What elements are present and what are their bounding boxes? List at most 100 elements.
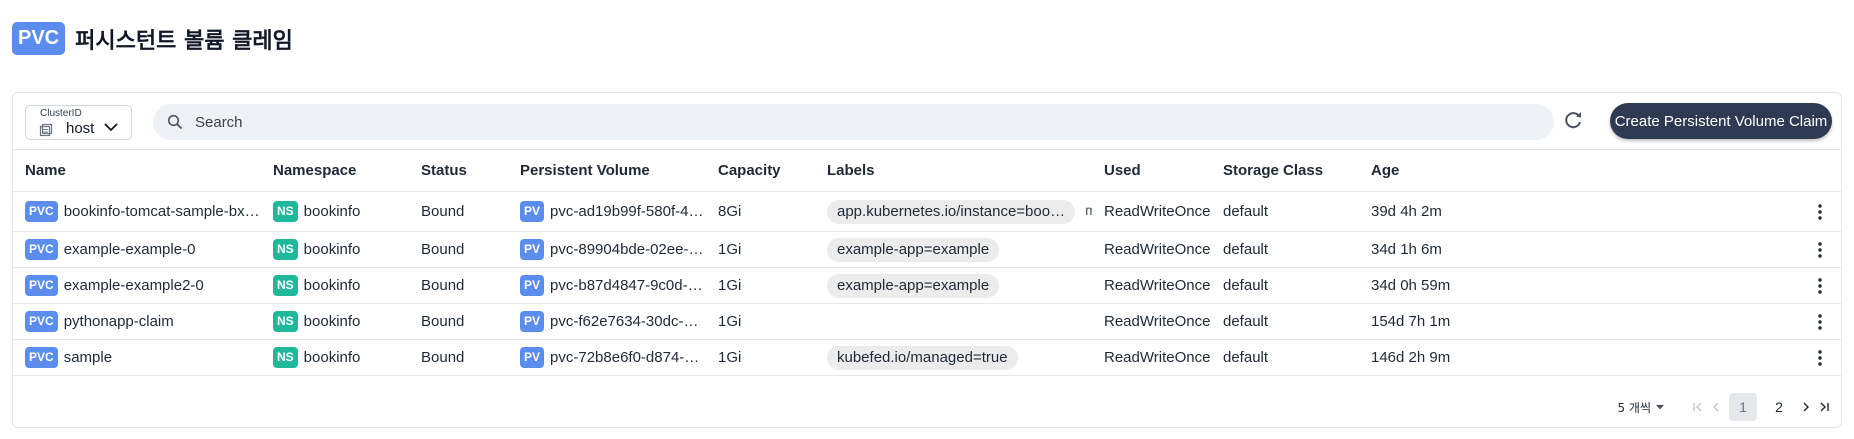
- column-header-age[interactable]: Age: [1359, 149, 1507, 192]
- last-page-icon[interactable]: [1815, 398, 1833, 416]
- pv-tag: PV: [520, 275, 545, 296]
- create-pvc-button[interactable]: Create Persistent Volume Claim: [1610, 103, 1832, 139]
- search-input[interactable]: [195, 110, 1535, 134]
- cell-status: Bound: [409, 267, 508, 304]
- cell-name: PVC example-example-0: [13, 231, 261, 268]
- pv-link[interactable]: pvc-72b8e6f0-d874-4f5…: [550, 349, 706, 366]
- kebab-menu-icon[interactable]: [1817, 313, 1823, 331]
- cell-labels: example-app=example: [815, 231, 1092, 268]
- cell-persistent-volume: PV pvc-b87d4847-9c0d-4c…: [508, 267, 706, 304]
- column-header-labels[interactable]: Labels: [815, 149, 1092, 192]
- cell-status: Bound: [409, 191, 508, 232]
- cell-used: ReadWriteOnce: [1092, 191, 1211, 232]
- table-row[interactable]: PVC sample NS bookinfo Bound PV pvc-72b8…: [13, 339, 1841, 376]
- cluster-select[interactable]: ClusterID host: [25, 105, 132, 140]
- pvc-logo: PVC: [12, 22, 66, 55]
- cluster-icon: [39, 123, 53, 137]
- cell-persistent-volume: PV pvc-89904bde-02ee-4e…: [508, 231, 706, 268]
- cell-status: Bound: [409, 303, 508, 340]
- table-row[interactable]: PVC example-example-0 NS bookinfo Bound …: [13, 231, 1841, 268]
- next-page-icon[interactable]: [1797, 398, 1815, 416]
- cell-actions: [1507, 191, 1841, 232]
- pvc-tag: PVC: [25, 239, 58, 260]
- pv-link[interactable]: pvc-b87d4847-9c0d-4c…: [550, 277, 706, 294]
- pvc-name-link[interactable]: example-example-0: [64, 241, 196, 258]
- cell-storage-class: default: [1211, 303, 1359, 340]
- namespace-link[interactable]: bookinfo: [304, 349, 361, 366]
- page-size-select[interactable]: 5 개씩: [1617, 399, 1665, 416]
- cell-capacity: 1Gi: [706, 267, 815, 304]
- table-row[interactable]: PVC bookinfo-tomcat-sample-bxc… NS booki…: [13, 191, 1841, 232]
- search-icon: [167, 114, 183, 130]
- cell-storage-class: default: [1211, 231, 1359, 268]
- page-button-2[interactable]: 2: [1765, 393, 1793, 421]
- column-header-name[interactable]: Name: [13, 149, 261, 192]
- pvc-table: Name Namespace Status Persistent Volume …: [13, 149, 1841, 376]
- cell-storage-class: default: [1211, 267, 1359, 304]
- prev-page-icon[interactable]: [1707, 398, 1725, 416]
- cell-age: 146d 2h 9m: [1359, 339, 1507, 376]
- cell-capacity: 8Gi: [706, 191, 815, 232]
- ns-tag: NS: [273, 347, 298, 368]
- table-row[interactable]: PVC example-example2-0 NS bookinfo Bound…: [13, 267, 1841, 304]
- cell-age: 39d 4h 2m: [1359, 191, 1507, 232]
- namespace-link[interactable]: bookinfo: [304, 203, 361, 220]
- chevron-down-icon: [104, 123, 118, 132]
- cell-actions: [1507, 339, 1841, 376]
- labels-more-link[interactable]: more: [1085, 202, 1092, 218]
- kebab-menu-icon[interactable]: [1817, 277, 1823, 295]
- table-row[interactable]: PVC pythonapp-claim NS bookinfo Bound PV…: [13, 303, 1841, 340]
- pv-link[interactable]: pvc-f62e7634-30dc-4f2…: [550, 313, 706, 330]
- caret-down-icon: [1656, 405, 1664, 410]
- pvc-name-link[interactable]: bookinfo-tomcat-sample-bxc…: [64, 203, 261, 220]
- cell-age: 34d 0h 59m: [1359, 267, 1507, 304]
- pv-link[interactable]: pvc-ad19b99f-580f-494…: [550, 203, 706, 220]
- namespace-link[interactable]: bookinfo: [304, 241, 361, 258]
- cell-labels: kubefed.io/managed=true: [815, 339, 1092, 376]
- cell-actions: [1507, 303, 1841, 340]
- pvc-name-link[interactable]: sample: [64, 349, 112, 366]
- kebab-menu-icon[interactable]: [1817, 203, 1823, 221]
- column-header-persistent-volume[interactable]: Persistent Volume: [508, 149, 706, 192]
- cell-name: PVC pythonapp-claim: [13, 303, 261, 340]
- toolbar: ClusterID host Create Persistent Vol: [13, 93, 1841, 149]
- column-header-used[interactable]: Used: [1092, 149, 1211, 192]
- refresh-icon[interactable]: [1562, 109, 1584, 131]
- cell-labels: [815, 303, 1092, 340]
- pv-tag: PV: [520, 239, 545, 260]
- pvc-name-link[interactable]: pythonapp-claim: [64, 313, 174, 330]
- cluster-select-caption: ClusterID: [40, 108, 82, 119]
- pvc-tag: PVC: [25, 347, 58, 368]
- page-header: PVC 퍼시스턴트 볼륨 클레임: [12, 22, 293, 55]
- label-chip: example-app=example: [827, 273, 1000, 298]
- page-size-label: 5 개씩: [1617, 400, 1651, 415]
- kebab-menu-icon[interactable]: [1817, 241, 1823, 259]
- cell-labels: example-app=example: [815, 267, 1092, 304]
- cell-actions: [1507, 231, 1841, 268]
- label-chip: app.kubernetes.io/instance=boo…: [827, 199, 1076, 224]
- pv-link[interactable]: pvc-89904bde-02ee-4e…: [550, 241, 706, 258]
- pvc-name-link[interactable]: example-example2-0: [64, 277, 204, 294]
- page-title: 퍼시스턴트 볼륨 클레임: [75, 28, 293, 54]
- column-header-status[interactable]: Status: [409, 149, 508, 192]
- kebab-menu-icon[interactable]: [1817, 349, 1823, 367]
- pvc-tag: PVC: [25, 275, 58, 296]
- column-header-namespace[interactable]: Namespace: [261, 149, 409, 192]
- cell-used: ReadWriteOnce: [1092, 267, 1211, 304]
- cell-persistent-volume: PV pvc-ad19b99f-580f-494…: [508, 191, 706, 232]
- column-header-capacity[interactable]: Capacity: [706, 149, 815, 192]
- column-header-storage-class[interactable]: Storage Class: [1211, 149, 1359, 192]
- namespace-link[interactable]: bookinfo: [304, 277, 361, 294]
- cell-actions: [1507, 267, 1841, 304]
- page-button-1[interactable]: 1: [1729, 393, 1757, 421]
- cell-status: Bound: [409, 339, 508, 376]
- cell-namespace: NS bookinfo: [261, 267, 409, 304]
- cell-used: ReadWriteOnce: [1092, 231, 1211, 268]
- cell-persistent-volume: PV pvc-72b8e6f0-d874-4f5…: [508, 339, 706, 376]
- cell-name: PVC sample: [13, 339, 261, 376]
- cell-capacity: 1Gi: [706, 231, 815, 268]
- namespace-link[interactable]: bookinfo: [304, 313, 361, 330]
- first-page-icon[interactable]: [1689, 398, 1707, 416]
- cell-used: ReadWriteOnce: [1092, 303, 1211, 340]
- cell-namespace: NS bookinfo: [261, 231, 409, 268]
